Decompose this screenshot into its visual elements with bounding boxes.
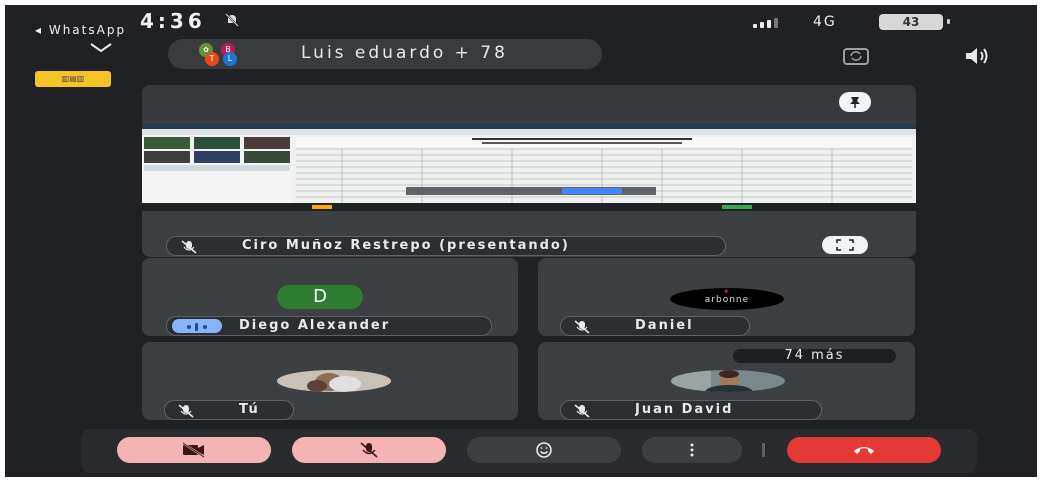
presenter-name: Ciro Muñoz Restrepo (presentando) — [242, 238, 570, 253]
mic-off-icon — [572, 319, 592, 334]
reactions-button[interactable] — [467, 437, 621, 463]
shared-screen — [142, 123, 916, 211]
network-type: 4G — [813, 14, 837, 30]
avatar: D — [277, 285, 363, 309]
mic-toggle-button[interactable] — [292, 437, 446, 463]
status-time: 4:36 — [140, 9, 206, 33]
meet-call-screen: 4:36 ◂ WhatsApp 4G 43 ✿ B T L Luis eduar… — [5, 5, 1037, 477]
speaking-indicator-icon — [172, 319, 222, 333]
control-divider — [762, 443, 765, 457]
pin-icon[interactable] — [839, 92, 871, 112]
avatar — [277, 370, 391, 392]
switch-camera-icon[interactable] — [841, 45, 871, 67]
chevron-down-icon[interactable] — [87, 40, 115, 56]
participant-name: Diego Alexander — [239, 318, 391, 333]
speaker-icon[interactable] — [963, 45, 991, 67]
avatar: T — [205, 52, 219, 66]
end-call-button[interactable] — [787, 437, 941, 463]
participant-name: Daniel — [635, 318, 694, 333]
mic-off-icon — [179, 239, 199, 254]
more-vert-icon — [690, 443, 694, 457]
participant-tile-diego[interactable]: D Diego Alexander — [142, 258, 518, 336]
low-data-badge-icon[interactable]: ▥▤▥ — [35, 71, 111, 87]
participant-tile-self[interactable]: Tú — [142, 342, 518, 420]
participant-tile-daniel[interactable]: ✦ arbonne Daniel — [538, 258, 915, 336]
more-participants-badge[interactable]: 74 más — [733, 349, 896, 363]
mic-off-icon — [572, 403, 592, 418]
mic-off-icon — [176, 403, 196, 418]
participant-avatars: ✿ B T L — [193, 42, 243, 66]
more-options-button[interactable] — [642, 437, 742, 463]
mic-off-icon — [360, 442, 378, 458]
battery-level: 43 — [879, 14, 943, 30]
battery-tip — [947, 19, 950, 24]
call-title[interactable]: Luis eduardo + 78 — [301, 43, 508, 63]
arbonne-logo: ✦ arbonne — [670, 287, 784, 310]
presentation-top-bar — [142, 85, 916, 121]
call-end-icon — [854, 447, 874, 454]
signal-icon — [753, 18, 778, 28]
camera-toggle-button[interactable] — [117, 437, 271, 463]
video-off-icon — [182, 442, 205, 458]
avatar: L — [223, 52, 237, 66]
back-to-whatsapp-link[interactable]: ◂ WhatsApp — [35, 23, 126, 37]
fullscreen-icon[interactable] — [822, 236, 868, 254]
presentation-tile[interactable]: Ciro Muñoz Restrepo (presentando) — [142, 85, 916, 257]
participant-name: Tú — [239, 402, 260, 417]
avatar — [671, 370, 785, 392]
silent-bell-icon — [225, 13, 239, 31]
emoji-icon — [536, 442, 552, 458]
participant-name: Juan David — [635, 402, 734, 417]
